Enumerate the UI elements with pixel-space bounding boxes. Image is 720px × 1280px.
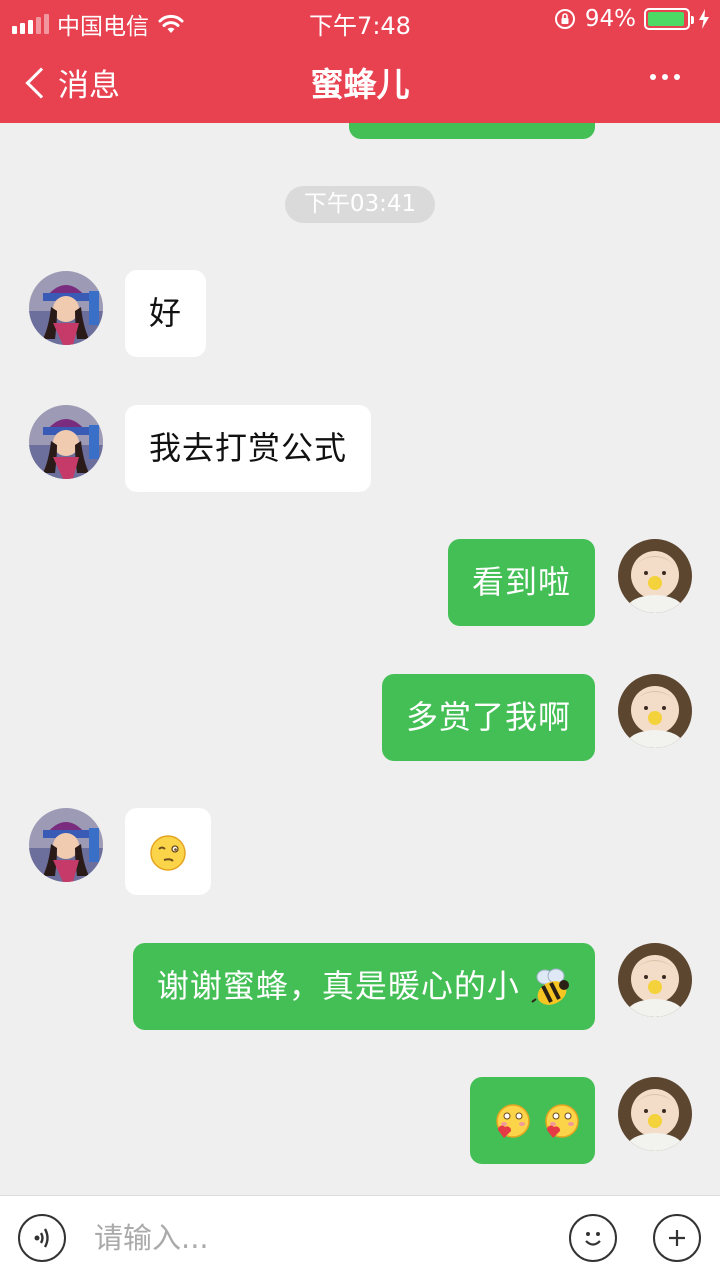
orientation-lock-icon (554, 9, 575, 29)
message-text: 看到啦 (471, 563, 571, 601)
message-text: 我去打赏公式 (149, 429, 348, 467)
contact-avatar[interactable] (29, 405, 103, 479)
battery-percent: 94% (584, 6, 636, 32)
plus-icon (669, 1230, 685, 1246)
more-dot (650, 74, 656, 80)
page-title: 蜜蜂儿 (310, 65, 410, 104)
more-dot (662, 74, 668, 80)
contact-avatar[interactable] (29, 808, 103, 882)
message-bubble[interactable] (125, 808, 211, 895)
user-avatar[interactable] (618, 943, 692, 1017)
chat-area[interactable]: 下午03:41 好 我去打赏公式 看到啦 多赏了我啊 谢谢蜜蜂，真是暖心的小 (0, 123, 720, 1195)
smiley-icon (585, 1232, 601, 1246)
contact-avatar[interactable] (29, 271, 103, 345)
bee-emoji (531, 968, 569, 1005)
user-avatar[interactable] (618, 674, 692, 748)
add-button[interactable] (653, 1214, 701, 1262)
message-bubble[interactable]: 看到啦 (447, 539, 595, 626)
message-bubble[interactable]: 我去打赏公式 (125, 405, 372, 492)
message-bubble[interactable]: 谢谢蜜蜂，真是暖心的小 (132, 943, 595, 1030)
voice-button[interactable] (18, 1214, 66, 1262)
timestamp-badge: 下午03:41 (285, 186, 435, 223)
user-avatar[interactable] (618, 1077, 692, 1151)
message-bubble[interactable]: 多赏了我啊 (381, 674, 595, 761)
message-text: 谢谢蜜蜂，真是暖心的小 (156, 967, 520, 1005)
charging-icon (699, 9, 709, 29)
winking-face-emoji (150, 835, 186, 871)
message-bubble[interactable] (470, 1077, 595, 1164)
battery-icon (644, 8, 694, 30)
user-avatar[interactable] (618, 539, 692, 613)
message-bubble[interactable]: 好 (125, 270, 207, 357)
nav-bar: 消息 蜜蜂儿 (0, 40, 720, 123)
message-input[interactable] (94, 1214, 544, 1262)
kissing-face-emoji (545, 1104, 579, 1138)
message-bubble-partial[interactable] (349, 123, 595, 139)
message-text: 多赏了我啊 (405, 698, 571, 736)
emoji-button[interactable] (569, 1214, 617, 1262)
status-bar: 中国电信 下午7:48 94% (0, 0, 720, 40)
message-text: 好 (149, 294, 183, 332)
kissing-face-emoji (496, 1104, 530, 1138)
more-dot (674, 74, 680, 80)
more-options-button[interactable] (646, 64, 684, 90)
input-bar (0, 1195, 720, 1280)
app-header: 中国电信 下午7:48 94% 消息 蜜蜂儿 (0, 0, 720, 123)
voice-icon (34, 1228, 49, 1248)
